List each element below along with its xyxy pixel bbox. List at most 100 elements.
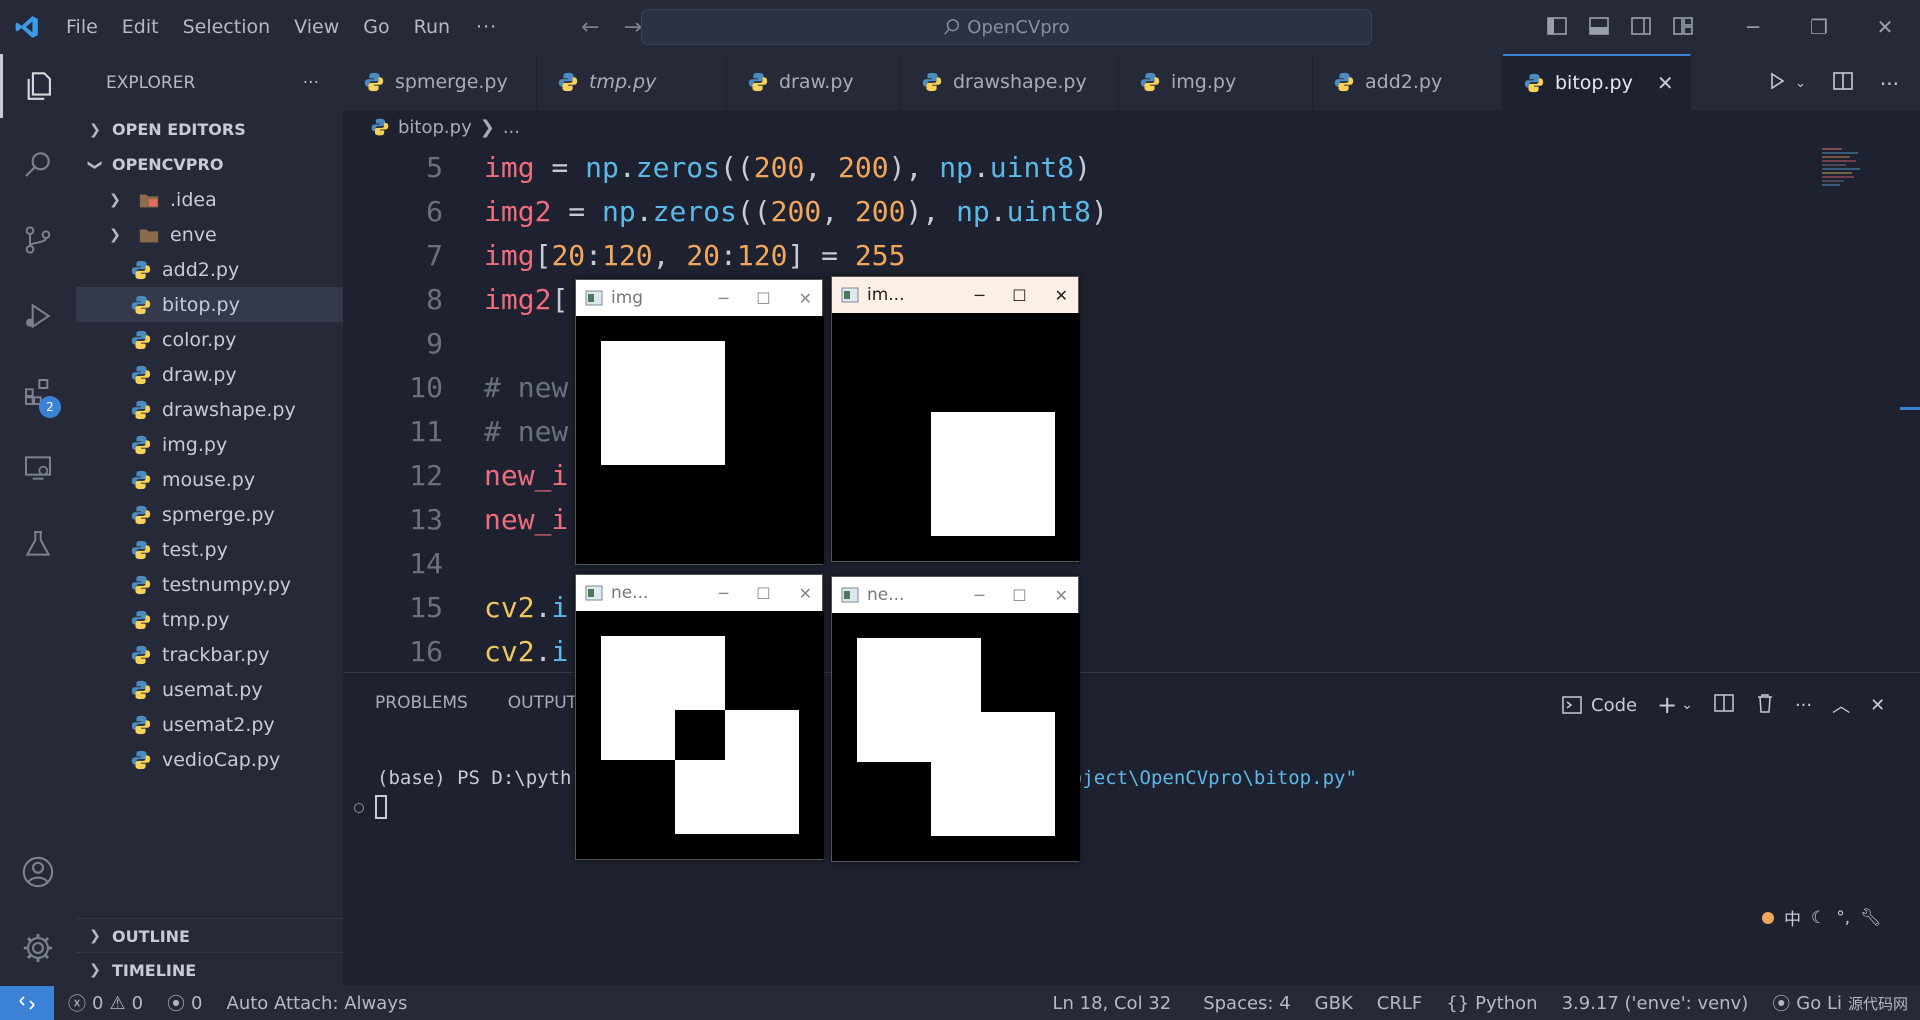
- restore-icon[interactable]: ❐: [1786, 0, 1852, 54]
- minimize-icon[interactable]: ─: [975, 286, 985, 305]
- accounts-icon[interactable]: [0, 840, 76, 904]
- line-endings[interactable]: CRLF: [1365, 993, 1434, 1014]
- file-item[interactable]: drawshape.py: [76, 392, 343, 427]
- menu-more[interactable]: ···: [462, 16, 511, 38]
- open-editors-section[interactable]: ❯ OPEN EDITORS: [76, 112, 343, 147]
- toggle-primary-sidebar-icon[interactable]: [1545, 14, 1569, 38]
- menu-edit[interactable]: Edit: [110, 0, 171, 54]
- file-item[interactable]: test.py: [76, 532, 343, 567]
- file-item[interactable]: vedioCap.py: [76, 742, 343, 777]
- file-item[interactable]: add2.py: [76, 252, 343, 287]
- menu-file[interactable]: File: [54, 0, 110, 54]
- close-icon[interactable]: ✕: [799, 289, 812, 308]
- editor-tab[interactable]: drawshape.py: [901, 54, 1119, 110]
- minimize-icon[interactable]: ─: [975, 586, 985, 605]
- auto-attach-status[interactable]: Auto Attach: Always: [215, 993, 420, 1014]
- problems-status[interactable]: ⓧ 0 ⚠ 0: [54, 990, 155, 1016]
- maximize-icon[interactable]: ☐: [756, 289, 770, 308]
- file-item[interactable]: bitop.py: [76, 287, 343, 322]
- minimize-icon[interactable]: ─: [1720, 0, 1786, 54]
- file-item[interactable]: mouse.py: [76, 462, 343, 497]
- maximize-icon[interactable]: ☐: [756, 584, 770, 603]
- editor-tab[interactable]: img.py: [1119, 54, 1313, 110]
- run-dropdown-chevron-icon[interactable]: ⌄: [1795, 76, 1806, 91]
- remote-explorer-icon[interactable]: [0, 436, 76, 500]
- terminal-icon[interactable]: Code: [1561, 694, 1637, 716]
- close-icon[interactable]: ✕: [799, 584, 812, 603]
- opencv-window-titlebar[interactable]: im... ─ ☐ ✕: [832, 277, 1078, 313]
- timeline-section[interactable]: ❯ TIMELINE: [76, 952, 343, 987]
- new-terminal-icon[interactable]: +: [1657, 691, 1677, 719]
- editor-tab[interactable]: bitop.py ✕: [1503, 54, 1691, 110]
- cursor-position[interactable]: Ln 18, Col 32: [1032, 993, 1191, 1014]
- tab-problems[interactable]: PROBLEMS: [375, 693, 468, 713]
- indentation[interactable]: Spaces: 4: [1191, 993, 1302, 1014]
- go-live[interactable]: ⦿ Go Li 源代码网: [1760, 990, 1920, 1016]
- back-arrow-icon[interactable]: ←: [581, 15, 599, 40]
- opencv-window-titlebar[interactable]: ne... ─ ☐ ✕: [832, 577, 1078, 613]
- editor-tab[interactable]: draw.py: [727, 54, 901, 110]
- tab-output[interactable]: OUTPUT: [508, 693, 577, 713]
- close-tab-icon[interactable]: ✕: [1657, 71, 1674, 95]
- language-mode[interactable]: {} Python: [1434, 993, 1549, 1014]
- terminal-cursor[interactable]: [375, 795, 387, 819]
- opencv-image-window[interactable]: img ─ ☐ ✕: [575, 279, 824, 565]
- search-view-icon[interactable]: [0, 132, 76, 196]
- folder-item[interactable]: ❯ .idea: [76, 182, 343, 217]
- customize-layout-icon[interactable]: [1671, 14, 1695, 38]
- opencv-image-window[interactable]: ne... ─ ☐ ✕: [575, 574, 824, 860]
- opencv-image-window[interactable]: im... ─ ☐ ✕: [831, 276, 1080, 562]
- ime-status-dot-icon[interactable]: [1762, 911, 1774, 924]
- encoding[interactable]: GBK: [1303, 993, 1365, 1014]
- menu-view[interactable]: View: [282, 0, 351, 54]
- python-interpreter[interactable]: 3.9.17 ('enve': venv): [1550, 993, 1761, 1014]
- opencv-window-titlebar[interactable]: ne... ─ ☐ ✕: [576, 575, 822, 611]
- file-item[interactable]: img.py: [76, 427, 343, 462]
- file-item[interactable]: usemat2.py: [76, 707, 343, 742]
- minimize-icon[interactable]: ─: [719, 289, 729, 308]
- close-icon[interactable]: ✕: [1055, 586, 1068, 605]
- close-panel-icon[interactable]: ✕: [1870, 695, 1885, 716]
- file-item[interactable]: spmerge.py: [76, 497, 343, 532]
- menu-selection[interactable]: Selection: [171, 0, 283, 54]
- opencv-window-titlebar[interactable]: img ─ ☐ ✕: [576, 280, 822, 316]
- extensions-icon[interactable]: 2: [0, 360, 76, 424]
- ime-punctuation-icon[interactable]: °,: [1836, 908, 1850, 928]
- outline-section[interactable]: ❯ OUTLINE: [76, 918, 343, 953]
- minimap[interactable]: [1822, 146, 1862, 190]
- remote-indicator-icon[interactable]: [0, 986, 54, 1020]
- maximize-icon[interactable]: ☐: [1012, 286, 1026, 305]
- menu-run[interactable]: Run: [402, 0, 462, 54]
- ime-wrench-icon[interactable]: 🔧︎: [1860, 908, 1882, 928]
- breadcrumb-file[interactable]: bitop.py: [398, 117, 472, 138]
- minimize-icon[interactable]: ─: [719, 584, 729, 603]
- run-debug-icon[interactable]: [0, 284, 76, 348]
- source-control-icon[interactable]: [0, 208, 76, 272]
- file-item[interactable]: usemat.py: [76, 672, 343, 707]
- command-center-search[interactable]: OpenCVpro: [641, 9, 1372, 45]
- opencv-image-window[interactable]: ne... ─ ☐ ✕: [831, 576, 1080, 862]
- file-item[interactable]: testnumpy.py: [76, 567, 343, 602]
- breadcrumb-symbols[interactable]: ...: [503, 117, 520, 138]
- split-editor-icon[interactable]: [1832, 70, 1854, 97]
- terminal-dropdown-chevron-icon[interactable]: ⌄: [1681, 697, 1693, 713]
- close-window-icon[interactable]: ✕: [1852, 0, 1918, 54]
- split-terminal-icon[interactable]: [1713, 692, 1735, 719]
- panel-more-icon[interactable]: ···: [1795, 695, 1812, 716]
- editor-tab[interactable]: add2.py: [1313, 54, 1503, 110]
- file-item[interactable]: trackbar.py: [76, 637, 343, 672]
- ime-moon-icon[interactable]: ☾: [1811, 908, 1826, 928]
- menu-go[interactable]: Go: [351, 0, 401, 54]
- scrollbar-marker[interactable]: [1900, 407, 1920, 410]
- file-item[interactable]: tmp.py: [76, 602, 343, 637]
- file-item[interactable]: draw.py: [76, 357, 343, 392]
- file-item[interactable]: color.py: [76, 322, 343, 357]
- manage-gear-icon[interactable]: [0, 916, 76, 980]
- editor-tab[interactable]: tmp.py: [537, 54, 727, 110]
- toggle-panel-icon[interactable]: [1587, 14, 1611, 38]
- project-section[interactable]: ❯ OPENCVPRO: [76, 147, 343, 182]
- folder-item[interactable]: ❯ enve: [76, 217, 343, 252]
- forward-arrow-icon[interactable]: →: [624, 15, 642, 40]
- kill-terminal-trash-icon[interactable]: [1755, 692, 1775, 719]
- run-python-file-icon[interactable]: [1767, 71, 1787, 96]
